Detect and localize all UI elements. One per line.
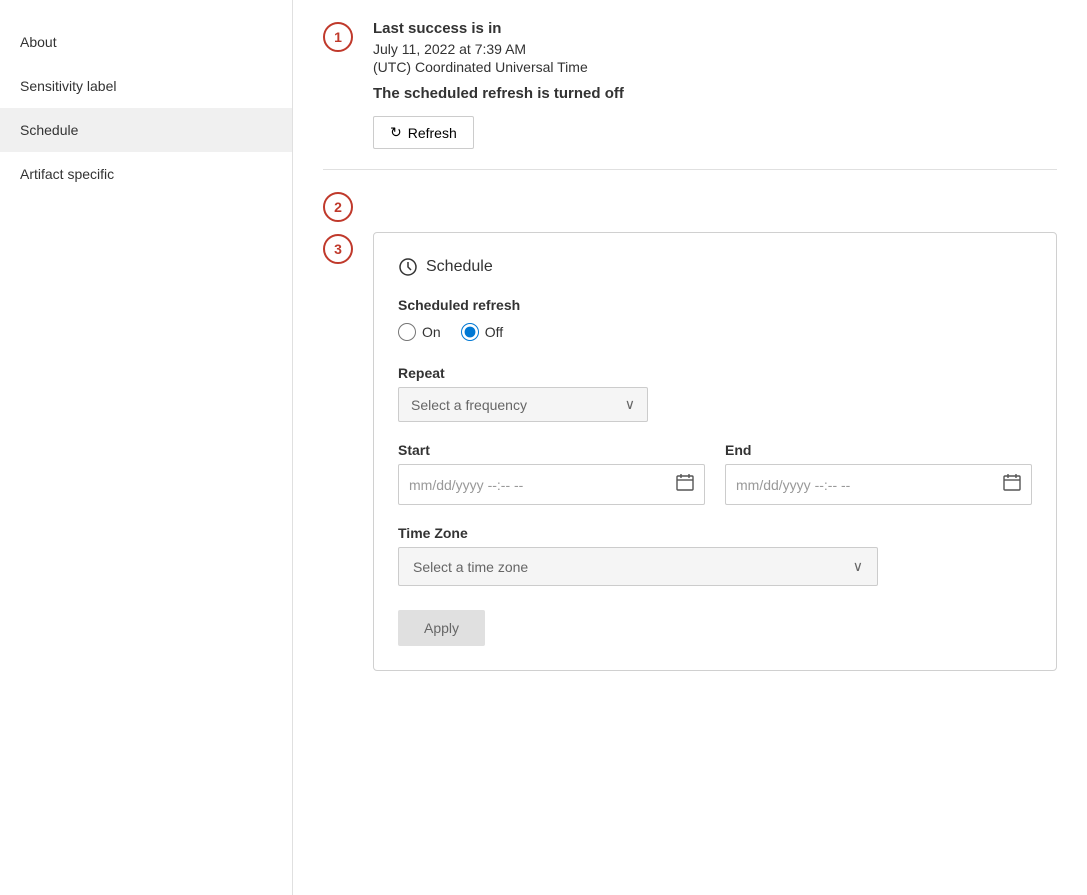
divider-1: [323, 169, 1057, 170]
sidebar-item-about[interactable]: About: [0, 20, 292, 64]
step-2-content: [373, 190, 1057, 222]
sidebar-item-artifact-specific[interactable]: Artifact specific: [0, 152, 292, 196]
frequency-placeholder: Select a frequency: [411, 397, 527, 413]
radio-on-option[interactable]: On: [398, 323, 441, 341]
sidebar-item-schedule[interactable]: Schedule: [0, 108, 292, 152]
main-content: 1 Last success is in July 11, 2022 at 7:…: [293, 0, 1087, 895]
step-2-number: 2: [323, 192, 353, 222]
step-3-section: 3 Schedule Scheduled refresh: [323, 232, 1057, 671]
step-3-number: 3: [323, 234, 353, 264]
schedule-card-title: Schedule: [426, 258, 493, 276]
last-success-date: July 11, 2022 at 7:39 AM: [373, 41, 1057, 57]
start-input-wrapper[interactable]: mm/dd/yyyy --:-- --: [398, 464, 705, 505]
sidebar-item-sensitivity-label[interactable]: Sensitivity label: [0, 64, 292, 108]
radio-off-option[interactable]: Off: [461, 323, 503, 341]
step-1-section: 1 Last success is in July 11, 2022 at 7:…: [323, 20, 1057, 149]
start-calendar-icon: [676, 473, 694, 496]
step-2-section: 2: [323, 190, 1057, 222]
timezone-chevron-icon: ∨: [853, 558, 863, 575]
refresh-icon: ↻: [390, 124, 402, 141]
step-3-content: Schedule Scheduled refresh On Off: [373, 232, 1057, 671]
frequency-dropdown[interactable]: Select a frequency ∨: [398, 387, 648, 422]
schedule-card-header: Schedule: [398, 257, 1032, 277]
start-label: Start: [398, 442, 705, 458]
refresh-button[interactable]: ↻ Refresh: [373, 116, 474, 149]
repeat-label: Repeat: [398, 365, 1032, 381]
scheduled-refresh-label: Scheduled refresh: [398, 297, 1032, 313]
frequency-chevron-icon: ∨: [625, 396, 635, 413]
scheduled-refresh-status: The scheduled refresh is turned off: [373, 85, 1057, 102]
end-calendar-icon: [1003, 473, 1021, 496]
start-field: Start mm/dd/yyyy --:-- --: [398, 442, 705, 505]
end-label: End: [725, 442, 1032, 458]
start-placeholder: mm/dd/yyyy --:-- --: [409, 477, 676, 493]
end-placeholder: mm/dd/yyyy --:-- --: [736, 477, 1003, 493]
timezone-dropdown[interactable]: Select a time zone ∨: [398, 547, 878, 586]
clock-icon: [398, 257, 418, 277]
refresh-button-label: Refresh: [408, 125, 457, 141]
last-success-title: Last success is in: [373, 20, 1057, 37]
radio-on-label: On: [422, 324, 441, 340]
schedule-card: Schedule Scheduled refresh On Off: [373, 232, 1057, 671]
timezone-label: Time Zone: [398, 525, 1032, 541]
apply-button-label: Apply: [424, 620, 459, 636]
step-1-content: Last success is in July 11, 2022 at 7:39…: [373, 20, 1057, 149]
end-input-wrapper[interactable]: mm/dd/yyyy --:-- --: [725, 464, 1032, 505]
apply-button[interactable]: Apply: [398, 610, 485, 646]
radio-group-refresh: On Off: [398, 323, 1032, 341]
radio-off-input[interactable]: [461, 323, 479, 341]
sidebar: About Sensitivity label Schedule Artifac…: [0, 0, 293, 895]
step-1-number: 1: [323, 22, 353, 52]
radio-off-label: Off: [485, 324, 503, 340]
timezone-placeholder: Select a time zone: [413, 559, 528, 575]
last-success-timezone: (UTC) Coordinated Universal Time: [373, 59, 1057, 75]
radio-on-input[interactable]: [398, 323, 416, 341]
date-row: Start mm/dd/yyyy --:-- --: [398, 442, 1032, 505]
end-field: End mm/dd/yyyy --:-- --: [725, 442, 1032, 505]
